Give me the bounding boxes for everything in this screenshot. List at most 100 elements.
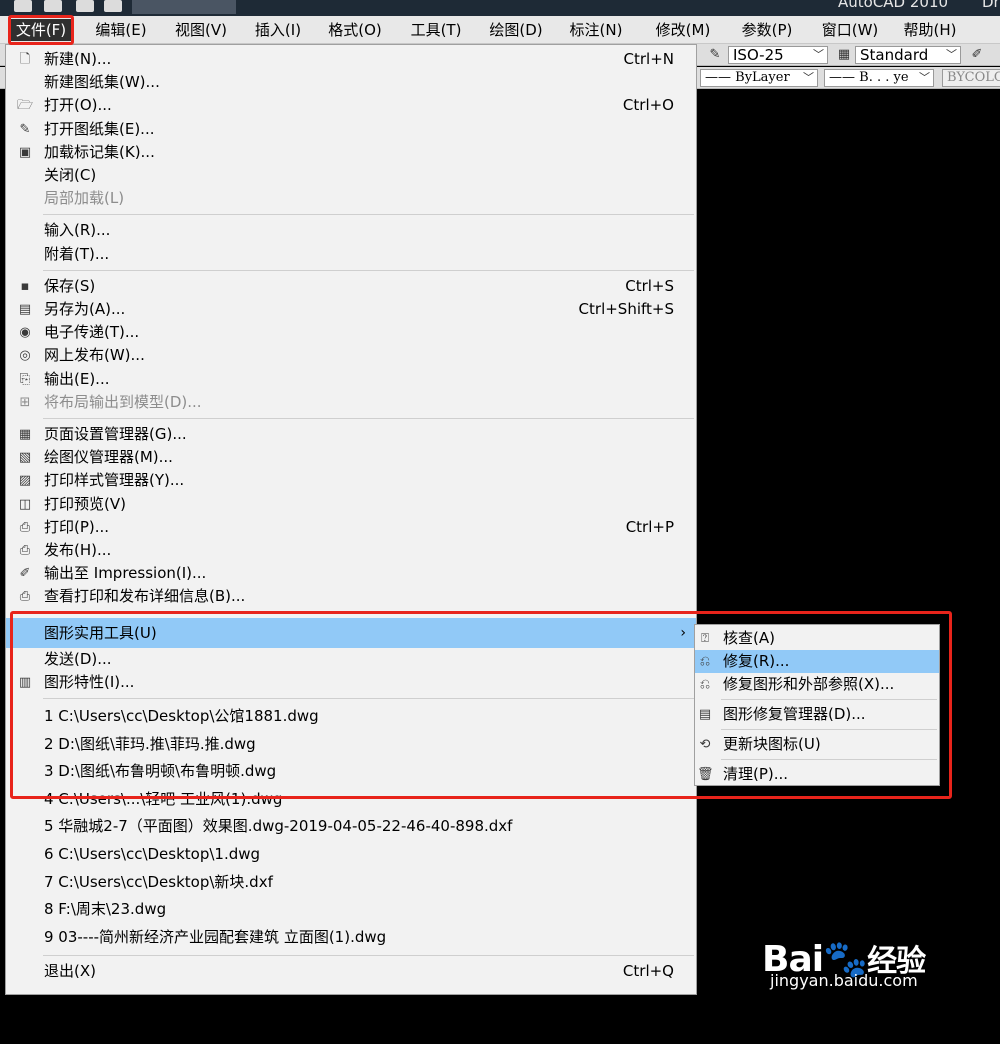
file-menu-item-label: 打开图纸集(E)... <box>44 119 155 138</box>
submenu-item[interactable]: ⍰ 核查(A) <box>695 627 939 650</box>
menu-5[interactable]: 工具(T) <box>404 19 468 41</box>
file-menu-item[interactable]: 🗁 打开(O)... Ctrl+O <box>6 94 696 117</box>
chevron-down-icon: ﹀ <box>946 48 957 61</box>
linetype-sample: —— <box>705 70 731 85</box>
qa-plot-group[interactable] <box>132 0 236 14</box>
file-menu-item-label: 图形特性(I)... <box>44 672 135 691</box>
menu-separator <box>43 269 694 271</box>
file-menu-item[interactable]: 发送(D)... <box>6 648 696 671</box>
file-menu-item[interactable]: ◎ 网上发布(W)... <box>6 344 696 367</box>
menu-8[interactable]: 修改(M) <box>645 19 721 41</box>
file-menu-item[interactable]: ⎙ 发布(H)... <box>6 539 696 562</box>
file-menu-item[interactable]: ▨ 打印样式管理器(Y)... <box>6 469 696 492</box>
file-menu-item[interactable]: ▤ 另存为(A)... Ctrl+Shift+S <box>6 298 696 321</box>
recover-xref-icon: ⎌ <box>699 677 711 692</box>
file-menu-item[interactable]: 4 C:\Users\...\轻吧 工业风(1).dwg <box>6 786 696 814</box>
file-menu-item[interactable]: ⎙ 打印(P)... Ctrl+P <box>6 516 696 539</box>
file-menu-item-label: 6 C:\Users\cc\Desktop\1.dwg <box>44 845 261 863</box>
linetype-select[interactable]: —— ByLayer ﹀ <box>700 69 818 87</box>
file-menu-item[interactable]: 🗋 新建(N)... Ctrl+N <box>6 48 696 71</box>
lineweight-select[interactable]: —— B. . . ye ﹀ <box>824 69 934 87</box>
file-menu-item[interactable]: ▧ 绘图仪管理器(M)... <box>6 446 696 469</box>
menu-1[interactable]: 编辑(E) <box>88 19 154 41</box>
file-menu-item-label: 8 F:\周末\23.dwg <box>44 900 167 919</box>
menu-10[interactable]: 窗口(W) <box>812 19 888 41</box>
file-menu-item-label: 网上发布(W)... <box>44 346 145 365</box>
file-menu-item[interactable]: ▣ 加载标记集(K)... <box>6 141 696 164</box>
file-menu-item-label: 图形实用工具(U) <box>44 623 157 642</box>
menu-2[interactable]: 视图(V) <box>168 19 234 41</box>
file-menu-item-label: 打开(O)... <box>44 96 112 115</box>
file-menu-item[interactable]: 新建图纸集(W)... <box>6 71 696 94</box>
file-menu-item[interactable]: ◫ 打印预览(V) <box>6 493 696 516</box>
qa-undo-icon[interactable] <box>104 0 122 12</box>
submenu-item[interactable]: ▤ 图形修复管理器(D)... <box>695 703 939 726</box>
submenu-item[interactable]: ⎌ 修复图形和外部参照(X)... <box>695 673 939 696</box>
file-menu-item[interactable]: 输入(R)... <box>6 219 696 242</box>
file-menu-item[interactable]: 1 C:\Users\cc\Desktop\公馆1881.dwg <box>6 703 696 731</box>
file-menu-item[interactable]: 2 D:\图纸\菲玛.推\菲玛.推.dwg <box>6 731 696 759</box>
file-menu-item[interactable]: 6 C:\Users\cc\Desktop\1.dwg <box>6 841 696 869</box>
multileader-style-icon[interactable]: ✐ <box>969 47 985 63</box>
submenu-item-label: 修复(R)... <box>723 652 790 670</box>
submenu-item-label: 图形修复管理器(D)... <box>723 705 866 723</box>
block-icon-update-icon: ⟲ <box>699 737 711 752</box>
file-menu-item[interactable]: ▪ 保存(S) Ctrl+S <box>6 275 696 298</box>
file-menu-item[interactable]: 3 D:\图纸\布鲁明顿\布鲁明顿.dwg <box>6 758 696 786</box>
file-menu-item-label: 附着(T)... <box>44 244 110 263</box>
menu-6[interactable]: 绘图(D) <box>483 19 549 41</box>
file-menu-item[interactable]: 5 华融城2-7（平面图）效果图.dwg-2019-04-05-22-46-40… <box>6 813 696 841</box>
file-menu-item[interactable]: ▥ 图形特性(I)... <box>6 671 696 694</box>
file-menu-item[interactable]: 8 F:\周末\23.dwg <box>6 896 696 924</box>
audit-icon: ⍰ <box>701 631 709 646</box>
chevron-down-icon: ﹀ <box>919 71 930 84</box>
submenu-separator <box>721 699 937 700</box>
save-icon: ▪ <box>20 278 30 294</box>
submenu-item[interactable]: 🗑 清理(P)... <box>695 763 939 786</box>
table-style-icon[interactable]: ▦ <box>836 47 852 63</box>
shortcut-label: Ctrl+N <box>623 50 674 68</box>
table-style-select[interactable]: Standard ﹀ <box>855 46 961 64</box>
file-menu-item-label: 将布局输出到模型(D)... <box>44 392 202 411</box>
submenu-item-label: 修复图形和外部参照(X)... <box>723 675 895 693</box>
file-menu-item[interactable]: ✎ 打开图纸集(E)... <box>6 118 696 141</box>
file-menu: 🗋 新建(N)... Ctrl+N 新建图纸集(W)... 🗁 打开(O)... Ctrl+… <box>5 44 697 995</box>
submenu-separator <box>721 759 937 760</box>
file-menu-item-label: 新建图纸集(W)... <box>44 73 160 92</box>
drawing-properties-icon: ▥ <box>18 674 32 690</box>
menu-3[interactable]: 插入(I) <box>248 19 308 41</box>
file-menu-item[interactable]: 9 03----简州新经济产业园配套建筑 立面图(1).dwg <box>6 924 696 952</box>
printer-icon: ⎙ <box>19 519 31 535</box>
menu-11[interactable]: 帮助(H) <box>897 19 963 41</box>
file-menu-item-label: 1 C:\Users\cc\Desktop\公馆1881.dwg <box>44 707 319 725</box>
file-menu-item[interactable]: ✐ 输出至 Impression(I)... <box>6 562 696 585</box>
plot-style-select[interactable]: BYCOLOR <box>942 69 1000 87</box>
menu-7[interactable]: 标注(N) <box>563 19 629 41</box>
app-title: AutoCAD 2010 <box>838 0 949 11</box>
file-menu-item[interactable]: ⊞ 将布局输出到模型(D)... <box>6 391 696 414</box>
file-menu-item[interactable]: ⎙ 查看打印和发布详细信息(B)... <box>6 585 696 608</box>
menu-separator <box>43 214 694 216</box>
file-menu-item[interactable]: 7 C:\Users\cc\Desktop\新块.dxf <box>6 869 696 897</box>
file-menu-item[interactable]: 关闭(C) <box>6 164 696 187</box>
qa-new-icon[interactable] <box>14 0 32 12</box>
qa-open-icon[interactable] <box>44 0 62 12</box>
menu-0[interactable]: 文件(F) <box>8 19 74 41</box>
file-menu-item[interactable]: ◉ 电子传递(T)... <box>6 321 696 344</box>
file-menu-item[interactable]: ▦ 页面设置管理器(G)... <box>6 423 696 446</box>
qa-save-icon[interactable] <box>76 0 94 12</box>
menu-4[interactable]: 格式(O) <box>322 19 388 41</box>
file-menu-item[interactable]: 局部加载(L) <box>6 187 696 210</box>
dim-style-icon[interactable]: ✎ <box>707 47 723 63</box>
file-menu-item-label: 电子传递(T)... <box>44 323 140 342</box>
file-menu-item-label: 打印(P)... <box>44 517 110 536</box>
submenu-item[interactable]: ⟲ 更新块图标(U) <box>695 733 939 756</box>
file-menu-item[interactable]: 图形实用工具(U) › <box>6 617 696 648</box>
file-menu-item[interactable]: 附着(T)... <box>6 243 696 266</box>
file-menu-item[interactable]: ⎘ 输出(E)... <box>6 368 696 391</box>
file-menu-item[interactable]: 退出(X) Ctrl+Q <box>6 960 696 983</box>
impression-icon: ✐ <box>19 566 31 582</box>
menu-9[interactable]: 参数(P) <box>734 19 800 41</box>
submenu-item[interactable]: ⎌ 修复(R)... <box>695 650 939 673</box>
dim-style-select[interactable]: ISO-25 ﹀ <box>728 46 828 64</box>
